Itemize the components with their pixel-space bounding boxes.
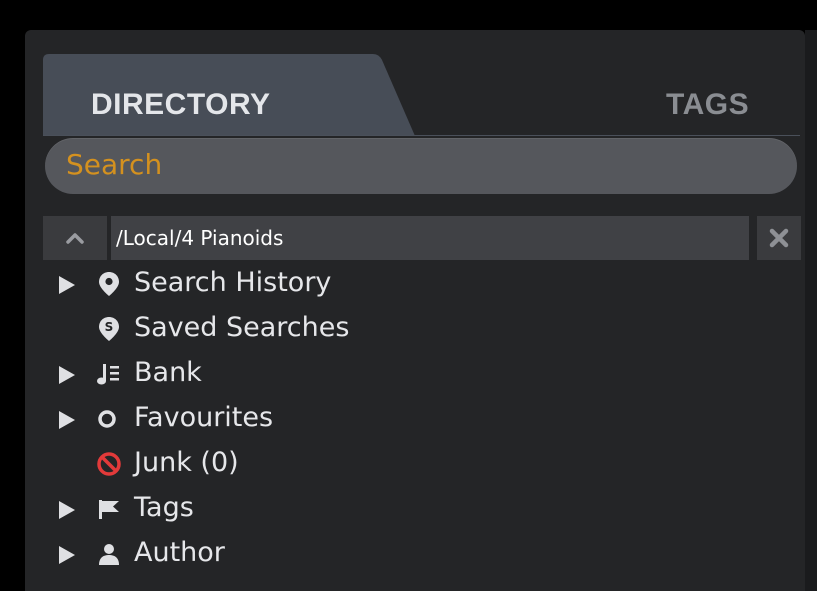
tree-item-label: Tags [134,492,194,523]
music-note-list-icon [97,364,119,385]
tab-directory-label: DIRECTORY [91,88,271,121]
tab-directory[interactable]: DIRECTORY [43,54,423,136]
ring-icon [98,410,116,428]
chevron-up-icon [66,233,84,244]
tree-item-label: Bank [134,357,202,388]
tree-item-junk[interactable]: Junk (0) [58,442,798,487]
expand-arrow-icon[interactable] [58,410,76,430]
person-icon [99,544,119,565]
search-placeholder: Search [66,148,163,181]
tree-item-author[interactable]: Author [58,532,798,577]
browser-panel: DIRECTORY TAGS Search /Local/4 Pianoids [25,30,805,591]
search-input[interactable]: Search [45,138,797,194]
expand-arrow-icon[interactable] [58,275,76,295]
tree-item-label: Junk (0) [134,447,239,478]
svg-text:S: S [105,320,114,334]
close-icon [769,228,789,248]
expand-arrow-icon[interactable] [58,365,76,385]
path-bar: /Local/4 Pianoids [43,216,801,260]
tree-item-label: Search History [134,267,332,298]
tree-item-search-history[interactable]: Search History [58,262,798,307]
tree-item-label: Favourites [134,402,274,433]
tab-bar: DIRECTORY TAGS [43,54,817,136]
location-pin-icon [99,272,119,296]
clear-path-button[interactable] [757,216,801,260]
flag-icon [99,500,119,519]
parent-folder-button[interactable] [43,216,107,260]
tree-item-saved-searches[interactable]: S Saved Searches [58,307,798,352]
directory-tree: Search History S Saved Searches Bank Fav… [58,262,798,577]
tree-item-label: Author [134,537,225,568]
tab-divider [43,135,800,136]
panel-edge [805,30,817,591]
current-path: /Local/4 Pianoids [116,226,284,250]
saved-search-pin-icon: S [99,317,119,341]
expand-arrow-icon[interactable] [58,545,76,565]
tab-tags[interactable]: TAGS [666,88,749,122]
tree-item-tags[interactable]: Tags [58,487,798,532]
tree-item-favourites[interactable]: Favourites [58,397,798,442]
tree-item-label: Saved Searches [134,312,350,343]
tree-item-bank[interactable]: Bank [58,352,798,397]
prohibited-icon [97,452,121,476]
path-field[interactable]: /Local/4 Pianoids [111,216,749,260]
expand-arrow-icon[interactable] [58,500,76,520]
